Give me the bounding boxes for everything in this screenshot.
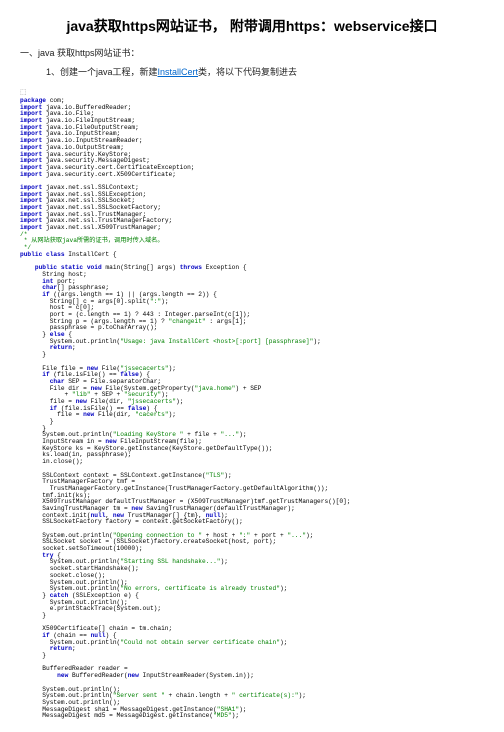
step-1-prefix: 1、创建一个java工程，新建 — [46, 67, 158, 77]
step-1-suffix: 类，将以下代码复制进去 — [198, 67, 297, 77]
code-marker: ⬚ — [20, 88, 484, 96]
installcert-link[interactable]: InstallCert — [158, 67, 199, 77]
code-block: package com; import java.io.BufferedRead… — [20, 98, 484, 720]
page-title: java获取https网站证书， 附带调用https：webservice接口 — [20, 16, 484, 36]
step-1: 1、创建一个java工程，新建InstallCert类，将以下代码复制进去 — [46, 65, 484, 78]
section-intro: 一、java 获取https网站证书： — [20, 46, 484, 59]
